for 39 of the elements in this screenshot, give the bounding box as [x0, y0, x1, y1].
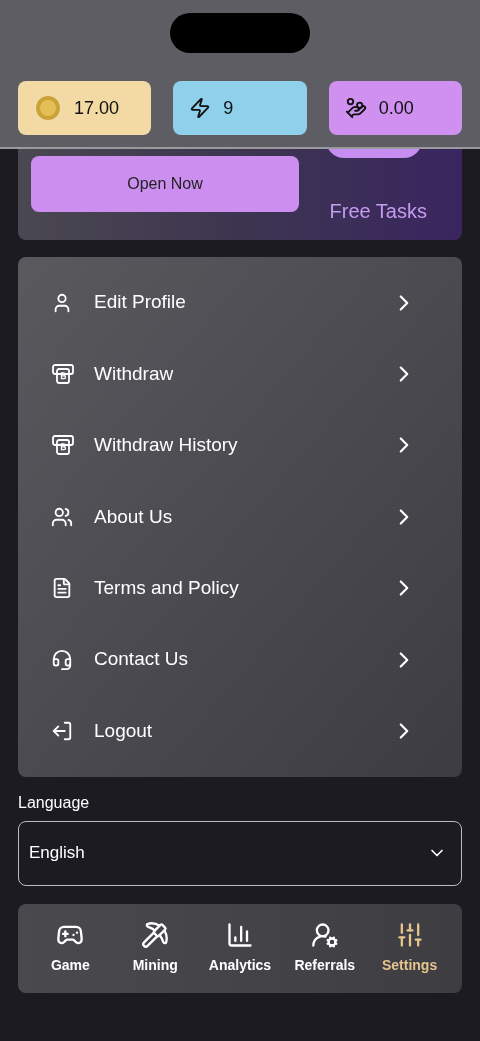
- menu-item[interactable]: Logout: [18, 695, 462, 767]
- menu-label: Terms and Policy: [94, 576, 240, 600]
- menu-label: Withdraw: [94, 361, 175, 386]
- balance-value: 17.00: [74, 96, 120, 120]
- menu-item[interactable]: Contact Us: [18, 623, 462, 696]
- language-label: Language: [18, 792, 91, 813]
- menu-label: About Us: [94, 504, 174, 529]
- sliders-icon: [395, 920, 424, 949]
- atm-icon: [51, 362, 75, 387]
- nav-tab[interactable]: Referrals: [282, 903, 368, 993]
- menu-label: Withdraw History: [94, 433, 239, 458]
- atm-icon: [51, 433, 75, 458]
- menu-label: Logout: [94, 718, 154, 743]
- nav-tab[interactable]: Analytics: [197, 903, 283, 993]
- language-select[interactable]: English: [18, 820, 462, 886]
- people-icon: [51, 505, 73, 528]
- balance-value: 0.00: [378, 96, 414, 120]
- balance-value: 9: [223, 96, 234, 120]
- language-value: English: [29, 842, 85, 865]
- nav-tab[interactable]: Settings: [367, 903, 452, 993]
- pickaxe-icon: [141, 920, 170, 949]
- free-tasks-caption: Free Tasks: [329, 199, 427, 224]
- nav-tab[interactable]: Mining: [112, 903, 198, 993]
- open-now-button[interactable]: Open Now: [31, 156, 299, 212]
- menu-item[interactable]: Terms and Policy: [18, 552, 462, 624]
- menu-label: Contact Us: [94, 647, 189, 672]
- document-icon: [51, 577, 73, 600]
- lightning-icon: [189, 97, 212, 119]
- nav-tab[interactable]: Game: [28, 903, 113, 993]
- menu-item[interactable]: Edit Profile: [18, 267, 462, 339]
- logout-icon: [51, 720, 73, 743]
- menu-label: Edit Profile: [94, 290, 187, 315]
- menu-item[interactable]: About Us: [18, 481, 462, 553]
- headset-icon: [51, 648, 73, 671]
- coin-icon: [34, 94, 62, 122]
- menu-item[interactable]: Withdraw: [18, 338, 462, 410]
- menu-item[interactable]: Withdraw History: [18, 409, 462, 482]
- user-gear-icon: [310, 920, 339, 949]
- bar-chart-icon: [226, 920, 254, 949]
